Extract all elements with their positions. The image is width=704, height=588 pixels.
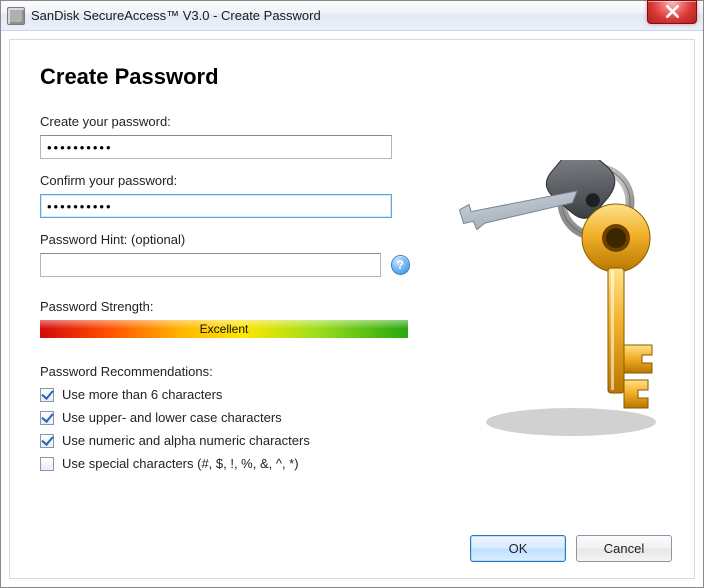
ok-button-label: OK bbox=[509, 541, 528, 556]
app-icon bbox=[7, 7, 25, 25]
content-panel: Create Password Create your password: Co… bbox=[9, 39, 695, 579]
hint-input[interactable] bbox=[40, 253, 381, 277]
recommendation-item: Use special characters (#, $, !, %, &, ^… bbox=[40, 456, 410, 471]
recommendation-label: Use upper- and lower case characters bbox=[62, 410, 282, 425]
confirm-password-block: Confirm your password: bbox=[40, 173, 410, 218]
recommendation-item: Use numeric and alpha numeric characters bbox=[40, 433, 410, 448]
help-icon[interactable]: ? bbox=[391, 255, 410, 275]
strength-bar: Excellent bbox=[40, 320, 408, 338]
recommendation-label: Use special characters (#, $, !, %, &, ^… bbox=[62, 456, 299, 471]
close-button[interactable] bbox=[647, 0, 697, 24]
close-icon bbox=[666, 5, 679, 18]
hint-label: Password Hint: (optional) bbox=[40, 232, 410, 247]
window: SanDisk SecureAccess™ V3.0 - Create Pass… bbox=[0, 0, 704, 588]
cancel-button-label: Cancel bbox=[604, 541, 644, 556]
window-title: SanDisk SecureAccess™ V3.0 - Create Pass… bbox=[31, 8, 647, 23]
ok-button[interactable]: OK bbox=[470, 535, 566, 562]
strength-label: Password Strength: bbox=[40, 299, 410, 314]
confirm-password-input[interactable] bbox=[40, 194, 392, 218]
cancel-button[interactable]: Cancel bbox=[576, 535, 672, 562]
recommendations-title: Password Recommendations: bbox=[40, 364, 410, 379]
keys-icon bbox=[446, 160, 676, 440]
recommendation-item: Use more than 6 characters bbox=[40, 387, 410, 402]
recommendation-item: Use upper- and lower case characters bbox=[40, 410, 410, 425]
create-password-block: Create your password: bbox=[40, 114, 410, 159]
confirm-password-label: Confirm your password: bbox=[40, 173, 410, 188]
create-password-label: Create your password: bbox=[40, 114, 410, 129]
button-row: OK Cancel bbox=[470, 535, 672, 562]
recommendation-checkbox[interactable] bbox=[40, 411, 54, 425]
create-password-input[interactable] bbox=[40, 135, 392, 159]
page-title: Create Password bbox=[40, 64, 672, 90]
recommendation-checkbox[interactable] bbox=[40, 388, 54, 402]
hint-block: Password Hint: (optional) ? bbox=[40, 232, 410, 277]
recommendation-label: Use numeric and alpha numeric characters bbox=[62, 433, 310, 448]
form-column: Create your password: Confirm your passw… bbox=[40, 114, 410, 471]
recommendation-checkbox[interactable] bbox=[40, 457, 54, 471]
titlebar: SanDisk SecureAccess™ V3.0 - Create Pass… bbox=[1, 1, 703, 31]
recommendation-label: Use more than 6 characters bbox=[62, 387, 222, 402]
strength-value: Excellent bbox=[200, 322, 249, 336]
recommendation-checkbox[interactable] bbox=[40, 434, 54, 448]
